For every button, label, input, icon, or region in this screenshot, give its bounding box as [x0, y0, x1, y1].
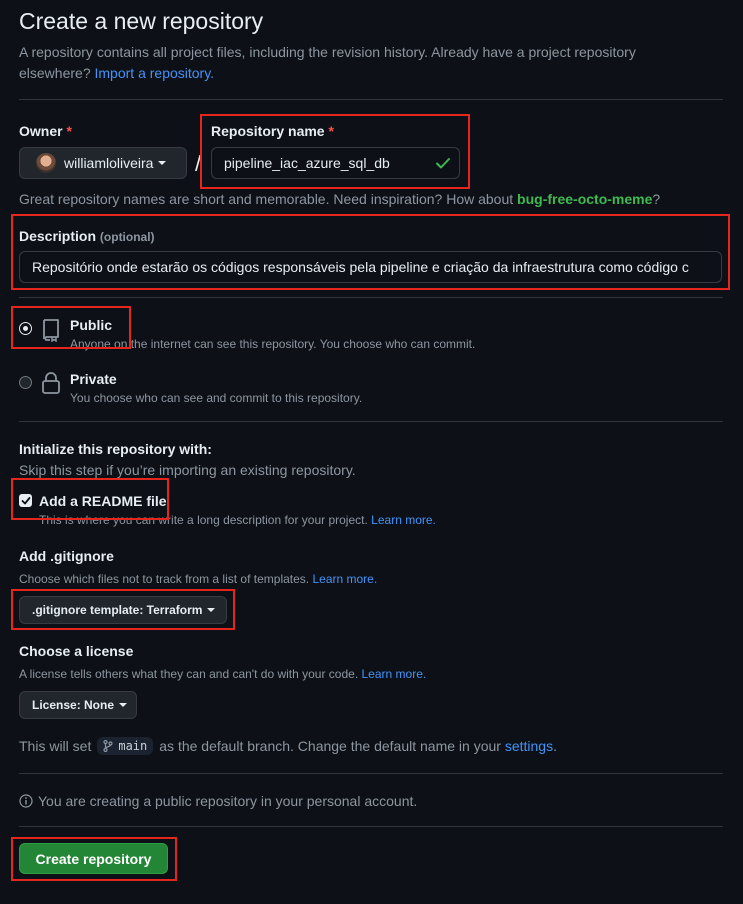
private-radio[interactable] [19, 376, 32, 389]
divider [19, 773, 723, 774]
init-heading: Initialize this repository with: [19, 441, 212, 457]
gitignore-description: Choose which files not to track from a l… [19, 572, 377, 586]
description-label: Description (optional) [19, 228, 155, 244]
readme-checkbox[interactable] [19, 494, 32, 507]
repo-name-label: Repository name * [211, 123, 334, 139]
required-marker: * [66, 123, 72, 139]
gitignore-heading: Add .gitignore [19, 548, 114, 564]
checkmark-icon [21, 496, 30, 504]
git-branch-icon [103, 740, 113, 752]
gitignore-desc-text: Choose which files not to track from a l… [19, 572, 310, 586]
divider [19, 297, 723, 298]
default-branch-text: This will set main as the default branch… [19, 737, 557, 755]
intro-line-1: A repository contains all project files,… [19, 44, 636, 60]
settings-link[interactable]: settings [505, 738, 553, 754]
description-value: Repositório onde estarão os códigos resp… [32, 259, 689, 275]
chevron-down-icon [207, 608, 216, 612]
intro-text: A repository contains all project files,… [19, 42, 719, 84]
branch-pill: main [97, 737, 154, 755]
chevron-down-icon [158, 161, 167, 165]
name-hint-text: Great repository names are short and mem… [19, 191, 514, 207]
public-label[interactable]: Public [70, 317, 112, 333]
readme-description: This is where you can write a long descr… [39, 513, 436, 527]
description-label-text: Description [19, 228, 97, 244]
notice-text: You are creating a public repository in … [38, 793, 418, 809]
license-select[interactable]: License: None [19, 691, 137, 719]
readme-label[interactable]: Add a README file [39, 493, 167, 509]
import-repository-link[interactable]: Import a repository. [95, 65, 215, 81]
gitignore-learn-more-link[interactable]: Learn more. [312, 572, 377, 586]
page-title: Create a new repository [19, 8, 264, 34]
check-icon [436, 158, 450, 169]
license-heading: Choose a license [19, 643, 134, 659]
private-label[interactable]: Private [70, 371, 117, 387]
private-description: You choose who can see and commit to thi… [70, 391, 363, 405]
repo-name-input[interactable]: pipeline_iac_azure_sql_db [211, 147, 460, 179]
description-input[interactable]: Repositório onde estarão os códigos resp… [19, 251, 722, 283]
branch-middle: as the default branch. Change the defaul… [159, 738, 501, 754]
readme-learn-more-link[interactable]: Learn more. [371, 513, 436, 527]
branch-prefix: This will set [19, 738, 92, 754]
name-suggestion-link[interactable]: bug-free-octo-meme [517, 191, 652, 207]
license-learn-more-link[interactable]: Learn more. [362, 667, 427, 681]
repo-book-icon [43, 319, 59, 342]
branch-name: main [118, 739, 148, 753]
init-subtext: Skip this step if you’re importing an ex… [19, 462, 356, 478]
divider [19, 421, 723, 422]
gitignore-template-select[interactable]: .gitignore template: Terraform [19, 596, 227, 624]
readme-desc-text: This is where you can write a long descr… [39, 513, 368, 527]
avatar [36, 153, 56, 173]
license-description: A license tells others what they can and… [19, 667, 426, 681]
repo-name-value: pipeline_iac_azure_sql_db [224, 155, 390, 171]
optional-marker: (optional) [99, 230, 155, 244]
intro-line-2: elsewhere? [19, 65, 91, 81]
owner-select[interactable]: williamloliveira [19, 147, 187, 179]
name-hint-end: ? [652, 191, 661, 207]
create-repository-button[interactable]: Create repository [19, 843, 168, 874]
license-desc-text: A license tells others what they can and… [19, 667, 359, 681]
license-button-label: License: None [32, 698, 115, 712]
chevron-down-icon [119, 703, 128, 707]
repo-name-label-text: Repository name [211, 123, 325, 139]
divider [19, 99, 723, 100]
branch-end: . [553, 738, 557, 754]
gitignore-button-label: .gitignore template: Terraform [32, 603, 203, 617]
owner-value: williamloliveira [64, 155, 154, 171]
public-notice: You are creating a public repository in … [19, 793, 417, 809]
owner-label-text: Owner [19, 123, 63, 139]
public-radio[interactable] [19, 322, 32, 335]
lock-icon [42, 372, 60, 394]
name-hint: Great repository names are short and mem… [19, 191, 660, 207]
owner-repo-separator: / [195, 151, 202, 176]
info-icon [19, 794, 33, 808]
owner-label: Owner * [19, 123, 72, 139]
divider [19, 826, 723, 827]
public-description: Anyone on the internet can see this repo… [70, 337, 476, 351]
required-marker: * [328, 123, 334, 139]
